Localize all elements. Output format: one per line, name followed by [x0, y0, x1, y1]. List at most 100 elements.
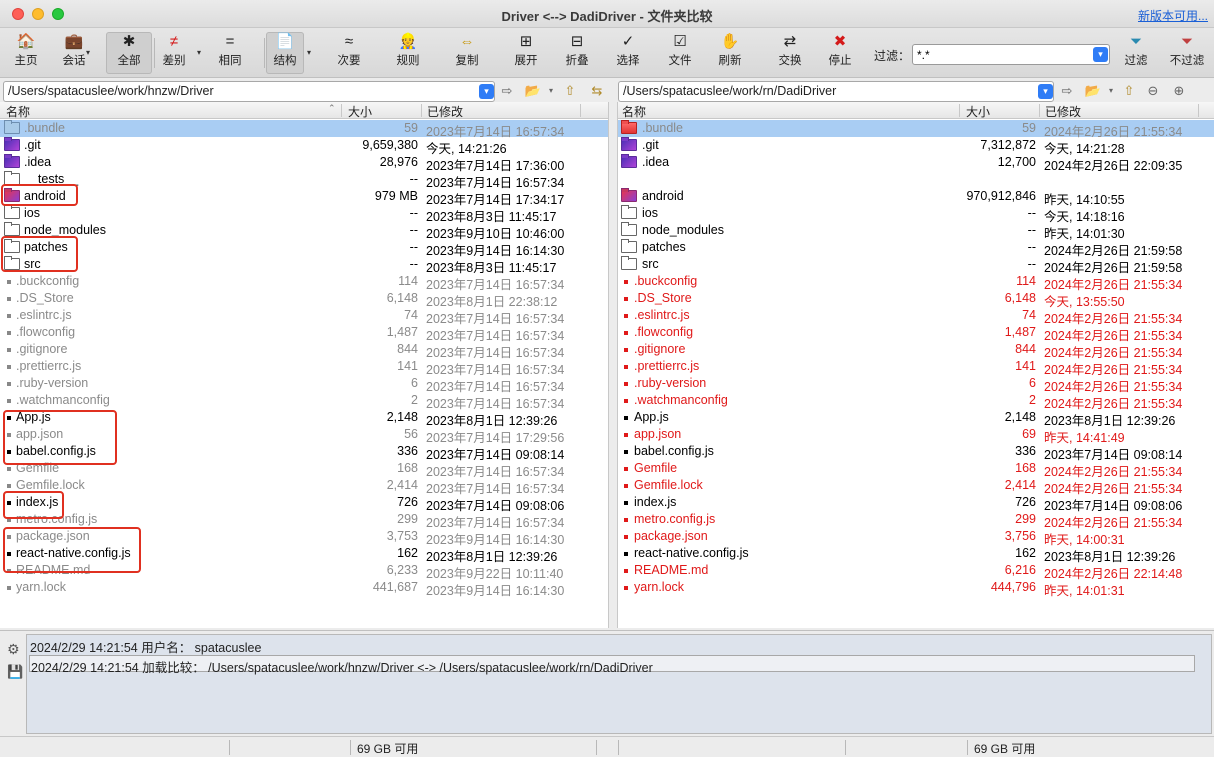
- diff-dropdown-icon[interactable]: ▾: [197, 48, 201, 57]
- toolbar-expand-button[interactable]: ⊞ 展开: [506, 32, 546, 74]
- file-row[interactable]: Gemfile.lock 2,414 2023年7月14日 16:57:34: [0, 477, 608, 496]
- left-col-modified[interactable]: 已修改: [427, 103, 463, 120]
- folder-row[interactable]: android 970,912,846 昨天, 14:10:55: [618, 188, 1214, 207]
- right-go-up-icon[interactable]: ⇨: [1058, 82, 1076, 100]
- folder-row[interactable]: ios -- 今天, 14:18:16: [618, 205, 1214, 224]
- file-row[interactable]: index.js 726 2023年7月14日 09:08:06: [618, 494, 1214, 513]
- file-row[interactable]: yarn.lock 444,796 昨天, 14:01:31: [618, 579, 1214, 598]
- file-row[interactable]: .gitignore 844 2023年7月14日 16:57:34: [0, 341, 608, 360]
- folder-row[interactable]: .git 7,312,872 今天, 14:21:28: [618, 137, 1214, 156]
- folder-row[interactable]: __tests__ -- 2023年7月14日 16:57:34: [0, 171, 608, 190]
- toolbar-structure-button[interactable]: 📄 结构: [266, 32, 304, 74]
- folder-row[interactable]: patches -- 2024年2月26日 21:59:58: [618, 239, 1214, 258]
- left-go-up-icon[interactable]: ⇨: [498, 82, 516, 100]
- file-row[interactable]: metro.config.js 299 2024年2月26日 21:55:34: [618, 511, 1214, 530]
- toolbar-copy-button[interactable]: ⇔ 复制: [448, 32, 486, 74]
- left-file-pane[interactable]: 名称 ⌃ 大小 已修改 .bundle 59 2023年7月14日 16:57:34…: [0, 102, 608, 628]
- folder-row[interactable]: node_modules -- 昨天, 14:01:30: [618, 222, 1214, 241]
- right-col-modified[interactable]: 已修改: [1045, 103, 1081, 120]
- folder-row[interactable]: .idea 28,976 2023年7月14日 17:36:00: [0, 154, 608, 173]
- right-col-size[interactable]: 大小: [966, 103, 990, 120]
- folder-row[interactable]: patches -- 2023年9月14日 16:14:30: [0, 239, 608, 258]
- right-file-pane[interactable]: 名称 ⌃ 大小 已修改 .bundle592024年2月26日 21:55:34…: [618, 102, 1214, 628]
- toolbar-files-button[interactable]: ☑ 文件: [660, 32, 700, 74]
- toolbar-rules-button[interactable]: 👷 规则: [388, 32, 428, 74]
- toolbar-all-button[interactable]: ✱ 全部: [106, 32, 152, 74]
- folder-row[interactable]: node_modules -- 2023年9月10日 10:46:00: [0, 222, 608, 241]
- file-row[interactable]: index.js 726 2023年7月14日 09:08:06: [0, 494, 608, 513]
- structure-dropdown-icon[interactable]: ▾: [307, 48, 311, 57]
- file-row[interactable]: package.json 3,753 2023年9月14日 16:14:30: [0, 528, 608, 547]
- file-row[interactable]: .eslintrc.js 74 2024年2月26日 21:55:34: [618, 307, 1214, 326]
- filter-dropdown-button[interactable]: ▾: [1093, 47, 1108, 62]
- toolbar-home-button[interactable]: 🏠 主页: [8, 32, 44, 74]
- file-row[interactable]: .eslintrc.js 74 2023年7月14日 16:57:34: [0, 307, 608, 326]
- right-col-name[interactable]: 名称: [622, 103, 646, 120]
- gear-icon[interactable]: ⚙: [7, 641, 20, 658]
- left-browse-folder-icon[interactable]: 📂: [524, 82, 542, 100]
- toolbar-diff-button[interactable]: ≠ 差别: [156, 32, 192, 74]
- left-swap-sides-icon[interactable]: ⇆: [588, 82, 606, 100]
- toolbar-same-button[interactable]: = 相同: [212, 32, 248, 74]
- file-row[interactable]: .prettierrc.js 141 2023年7月14日 16:57:34: [0, 358, 608, 377]
- file-row[interactable]: Gemfile 168 2024年2月26日 21:55:34: [618, 460, 1214, 479]
- right-browse-folder-icon[interactable]: 📂: [1084, 82, 1102, 100]
- file-row[interactable]: app.json 69 昨天, 14:41:49: [618, 426, 1214, 445]
- left-path-history-button[interactable]: ▾: [479, 84, 494, 99]
- toolbar-swap-button[interactable]: ⇄ 交换: [770, 32, 810, 74]
- toolbar-filters-button[interactable]: ⏷ 过滤: [1118, 32, 1154, 74]
- folder-row[interactable]: src -- 2023年8月3日 11:45:17: [0, 256, 608, 275]
- folder-row[interactable]: .git 9,659,380 今天, 14:21:26: [0, 137, 608, 156]
- file-row[interactable]: .flowconfig 1,487 2024年2月26日 21:55:34: [618, 324, 1214, 343]
- file-row[interactable]: react-native.config.js 162 2023年8月1日 12:39…: [618, 545, 1214, 564]
- file-row[interactable]: react-native.config.js 162 2023年8月1日 12:39…: [0, 545, 608, 564]
- file-row[interactable]: .prettierrc.js 141 2024年2月26日 21:55:34: [618, 358, 1214, 377]
- left-col-size[interactable]: 大小: [348, 103, 372, 120]
- file-row[interactable]: .DS_Store 6,148 今天, 13:55:50: [618, 290, 1214, 309]
- right-path-history-button[interactable]: ▾: [1038, 84, 1053, 99]
- left-parent-folder-icon[interactable]: ⇧: [561, 82, 579, 100]
- toolbar-refresh-button[interactable]: ✋ 刷新: [710, 32, 750, 74]
- right-browse-dropdown-icon[interactable]: ▾: [1102, 82, 1120, 100]
- folder-row[interactable]: .bundle 59 2023年7月14日 16:57:34: [0, 120, 608, 139]
- toolbar-nofilter-button[interactable]: ⏷ 不过滤: [1166, 32, 1208, 74]
- toolbar-collapse-button[interactable]: ⊟ 折叠: [556, 32, 598, 74]
- new-version-link[interactable]: 新版本可用...: [1138, 7, 1208, 24]
- file-row[interactable]: .watchmanconfig 2 2023年7月14日 16:57:34: [0, 392, 608, 411]
- folder-row[interactable]: android 979 MB 2023年7月14日 17:34:17: [0, 188, 608, 207]
- file-row[interactable]: .buckconfig 114 2023年7月14日 16:57:34: [0, 273, 608, 292]
- folder-row[interactable]: ios -- 2023年8月3日 11:45:17: [0, 205, 608, 224]
- file-row[interactable]: App.js 2,148 2023年8月1日 12:39:26: [618, 409, 1214, 428]
- toolbar-select-button[interactable]: ✓ 选择: [608, 32, 648, 74]
- file-row[interactable]: .gitignore 844 2024年2月26日 21:55:34: [618, 341, 1214, 360]
- file-row[interactable]: .flowconfig 1,487 2023年7月14日 16:57:34: [0, 324, 608, 343]
- session-dropdown-icon[interactable]: ▾: [86, 48, 90, 57]
- pane-divider[interactable]: [608, 102, 618, 628]
- right-path-input[interactable]: /Users/spatacuslee/work/rn/DadiDriver: [618, 81, 1054, 102]
- file-row[interactable]: app.json 56 2023年7月14日 17:29:56: [0, 426, 608, 445]
- file-row[interactable]: babel.config.js 336 2023年7月14日 09:08:14: [0, 443, 608, 462]
- file-row[interactable]: babel.config.js 336 2023年7月14日 09:08:14: [618, 443, 1214, 462]
- file-row[interactable]: .buckconfig 114 2024年2月26日 21:55:34: [618, 273, 1214, 292]
- file-row[interactable]: App.js 2,148 2023年8月1日 12:39:26: [0, 409, 608, 428]
- save-log-icon[interactable]: 💾: [7, 664, 23, 680]
- forward-icon[interactable]: ⊕: [1170, 82, 1188, 100]
- folder-row[interactable]: .bundle 59 2024年2月26日 21:55:34: [618, 120, 1214, 139]
- folder-row[interactable]: src -- 2024年2月26日 21:59:58: [618, 256, 1214, 275]
- filter-input[interactable]: [912, 44, 1110, 65]
- left-col-name[interactable]: 名称: [6, 103, 30, 120]
- file-row[interactable]: package.json 3,756 昨天, 14:00:31: [618, 528, 1214, 547]
- left-browse-dropdown-icon[interactable]: ▾: [542, 82, 560, 100]
- toolbar-stop-button[interactable]: ✖ 停止: [820, 32, 860, 74]
- file-row[interactable]: README.md 6,233 2023年9月22日 10:11:40: [0, 562, 608, 581]
- folder-row[interactable]: .idea 12,700 2024年2月26日 22:09:35: [618, 154, 1214, 173]
- back-icon[interactable]: ⊖: [1144, 82, 1162, 100]
- file-row[interactable]: README.md 6,216 2024年2月26日 22:14:48: [618, 562, 1214, 581]
- file-row[interactable]: metro.config.js 299 2023年7月14日 16:57:34: [0, 511, 608, 530]
- right-parent-folder-icon[interactable]: ⇧: [1120, 82, 1138, 100]
- file-row[interactable]: Gemfile.lock 2,414 2024年2月26日 21:55:34: [618, 477, 1214, 496]
- file-row[interactable]: .watchmanconfig 2 2024年2月26日 21:55:34: [618, 392, 1214, 411]
- log-output[interactable]: 2024/2/29 14:21:54 用户名： spatacuslee 2024…: [26, 634, 1212, 734]
- toolbar-minor-button[interactable]: ≈ 次要: [330, 32, 368, 74]
- file-row[interactable]: .DS_Store 6,148 2023年8月1日 22:38:12: [0, 290, 608, 309]
